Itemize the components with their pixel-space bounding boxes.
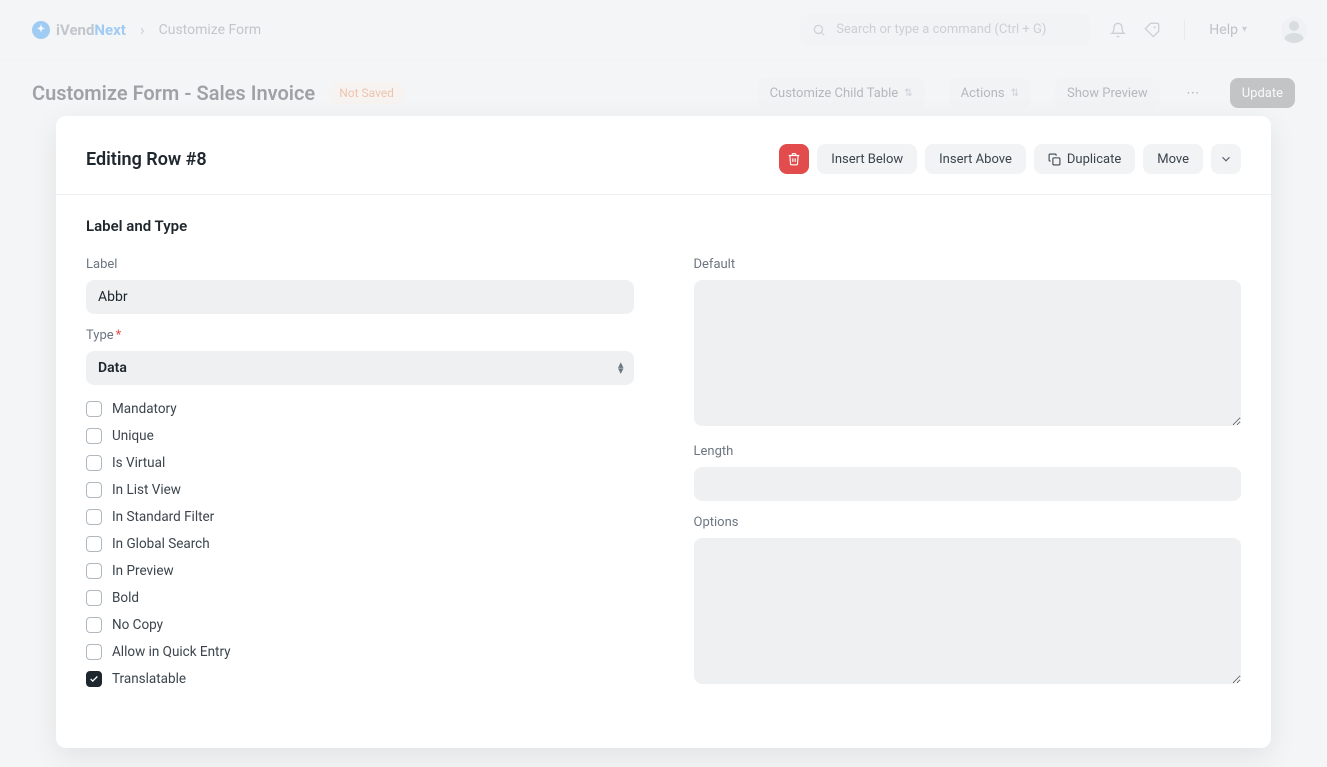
section-title: Label and Type: [56, 195, 1271, 243]
delete-button[interactable]: [779, 144, 809, 174]
checkbox-box: [86, 482, 102, 498]
checkbox-translatable[interactable]: Translatable: [86, 671, 634, 687]
updown-icon: ⇅: [904, 88, 912, 99]
label-field-label: Label: [86, 257, 634, 272]
checkbox-label: Allow in Quick Entry: [112, 644, 231, 660]
checkbox-label: In Preview: [112, 563, 174, 579]
more-menu-button[interactable]: ⋯: [1180, 78, 1206, 108]
label-input[interactable]: [86, 280, 634, 314]
customize-child-table-button[interactable]: Customize Child Table⇅: [758, 78, 925, 108]
default-textarea[interactable]: [694, 280, 1242, 426]
checkbox-unique[interactable]: Unique: [86, 428, 634, 444]
bell-icon[interactable]: [1110, 22, 1126, 38]
checkbox-label: In Standard Filter: [112, 509, 214, 525]
type-select[interactable]: Data: [86, 351, 634, 385]
options-label: Options: [694, 515, 1242, 530]
checkbox-allow-in-quick-entry[interactable]: Allow in Quick Entry: [86, 644, 634, 660]
checkbox-box: [86, 590, 102, 606]
checkbox-label: Mandatory: [112, 401, 177, 417]
checkbox-box: [86, 644, 102, 660]
checkbox-in-global-search[interactable]: In Global Search: [86, 536, 634, 552]
chevron-right-icon: ›: [140, 20, 145, 39]
help-menu[interactable]: Help▾: [1209, 22, 1247, 38]
checkbox-is-virtual[interactable]: Is Virtual: [86, 455, 634, 471]
default-label: Default: [694, 257, 1242, 272]
search-placeholder: Search or type a command (Ctrl + G): [836, 22, 1046, 37]
chevron-down-icon: ▾: [1242, 24, 1247, 35]
panel-title: Editing Row #8: [86, 149, 779, 170]
collapse-button[interactable]: [1211, 144, 1241, 174]
checkbox-in-preview[interactable]: In Preview: [86, 563, 634, 579]
logo-text: iVendNext: [56, 21, 126, 39]
duplicate-button[interactable]: Duplicate: [1034, 144, 1135, 174]
actions-button[interactable]: Actions⇅: [949, 78, 1031, 108]
checkbox-box: [86, 617, 102, 633]
breadcrumb[interactable]: Customize Form: [159, 22, 262, 38]
type-field-label: Type*: [86, 328, 634, 343]
checkbox-box: [86, 563, 102, 579]
length-input[interactable]: [694, 467, 1242, 501]
status-badge: Not Saved: [329, 82, 404, 104]
avatar[interactable]: [1281, 17, 1307, 43]
checkbox-label: Unique: [112, 428, 154, 444]
checkbox-label: In List View: [112, 482, 181, 498]
checkbox-in-standard-filter[interactable]: In Standard Filter: [86, 509, 634, 525]
checkbox-in-list-view[interactable]: In List View: [86, 482, 634, 498]
checkbox-label: Is Virtual: [112, 455, 165, 471]
checkbox-bold[interactable]: Bold: [86, 590, 634, 606]
checkbox-label: Bold: [112, 590, 139, 606]
checkbox-label: In Global Search: [112, 536, 210, 552]
page-title: Customize Form - Sales Invoice: [32, 81, 315, 105]
edit-row-panel: Editing Row #8 Insert Below Insert Above…: [56, 116, 1271, 748]
update-button[interactable]: Update: [1230, 78, 1295, 108]
navbar: ✦ iVendNext › Customize Form Search or t…: [0, 0, 1327, 60]
trash-icon: [787, 152, 801, 166]
checkbox-box: [86, 455, 102, 471]
checkbox-box: [86, 428, 102, 444]
updown-icon: ⇅: [1011, 88, 1019, 99]
copy-icon: [1048, 153, 1061, 166]
checkbox-box: [86, 509, 102, 525]
checkbox-no-copy[interactable]: No Copy: [86, 617, 634, 633]
insert-below-button[interactable]: Insert Below: [817, 144, 917, 174]
checkbox-box: [86, 671, 102, 687]
checkbox-box: [86, 401, 102, 417]
checkbox-box: [86, 536, 102, 552]
show-preview-button[interactable]: Show Preview: [1055, 78, 1160, 108]
move-button[interactable]: Move: [1143, 144, 1203, 174]
tag-icon[interactable]: [1144, 22, 1160, 38]
checkbox-mandatory[interactable]: Mandatory: [86, 401, 634, 417]
search-icon: [812, 23, 826, 37]
checkbox-list: Mandatory Unique Is Virtual In List View In …: [86, 401, 634, 687]
checkbox-label: No Copy: [112, 617, 163, 633]
length-label: Length: [694, 444, 1242, 459]
options-textarea[interactable]: [694, 538, 1242, 684]
checkbox-label: Translatable: [112, 671, 186, 687]
logo[interactable]: ✦ iVendNext: [32, 21, 126, 39]
ellipsis-icon: ⋯: [1186, 86, 1199, 101]
chevron-down-icon: [1219, 152, 1233, 166]
insert-above-button[interactable]: Insert Above: [925, 144, 1026, 174]
logo-icon: ✦: [32, 21, 50, 39]
search-input[interactable]: Search or type a command (Ctrl + G): [800, 14, 1090, 46]
